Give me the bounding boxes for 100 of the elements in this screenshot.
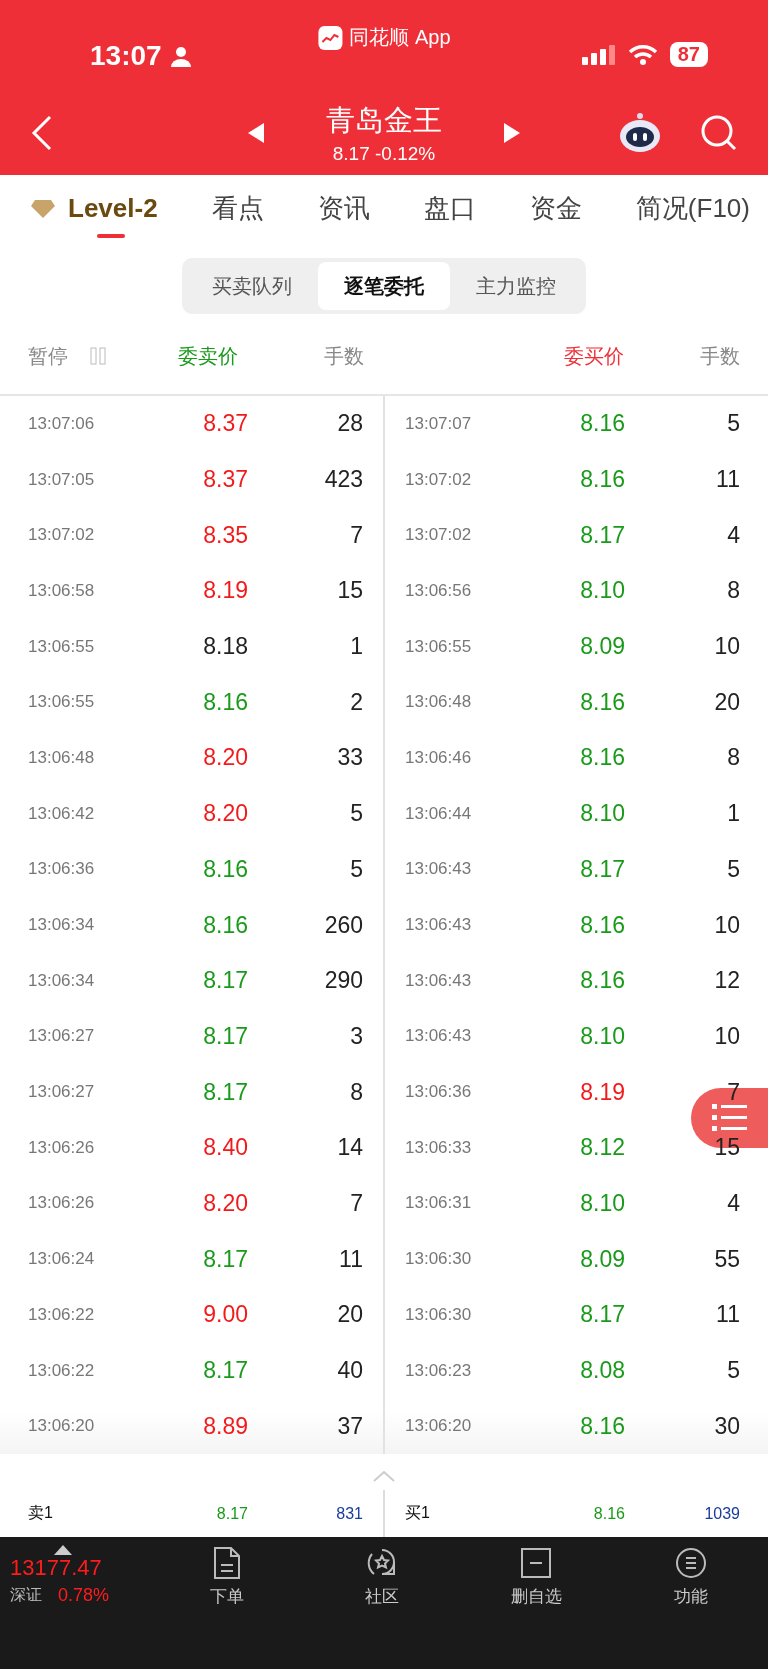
- signal-icon: [581, 43, 616, 66]
- order-time: 13:06:27: [28, 1026, 96, 1047]
- order-price: 8.17: [202, 1245, 248, 1273]
- chevron-up-icon: [373, 1470, 395, 1482]
- order-time: 13:06:24: [28, 1249, 96, 1270]
- best-level-label: 买1: [405, 1503, 431, 1523]
- order-price: 8.17: [579, 1301, 625, 1329]
- order-time: 13:06:55: [28, 692, 96, 713]
- order-volume: 28: [336, 410, 363, 438]
- order-price: 8.08: [579, 1357, 625, 1385]
- tab[interactable]: 资讯: [315, 183, 378, 242]
- order-price: 8.12: [579, 1134, 625, 1162]
- order-time: 13:06:23: [405, 1360, 473, 1381]
- order-time: 13:06:26: [28, 1193, 96, 1214]
- best-level-label: 卖1: [28, 1503, 54, 1523]
- order-price: 8.17: [202, 1022, 248, 1050]
- order-price: 8.09: [579, 1245, 625, 1273]
- segment-button[interactable]: 买卖队列: [186, 262, 318, 310]
- previous-stock-button[interactable]: [246, 120, 266, 145]
- tab[interactable]: 简况(F10): [633, 183, 758, 242]
- order-volume: 55: [713, 1245, 740, 1273]
- order-volume: 10: [713, 1022, 740, 1050]
- order-price: 8.40: [202, 1134, 248, 1162]
- column-header: 委卖价: [177, 343, 238, 369]
- order-volume: 11: [338, 1245, 363, 1273]
- order-volume: 37: [336, 1412, 363, 1440]
- order-volume: 33: [336, 744, 363, 772]
- order-price: 8.37: [202, 410, 248, 438]
- order-volume: 5: [726, 1357, 740, 1385]
- order-price: 8.16: [579, 466, 625, 494]
- order-volume: 5: [349, 800, 363, 828]
- order-volume: 4: [726, 521, 740, 549]
- order-volume: 15: [713, 1134, 740, 1162]
- order-time: 13:06:30: [405, 1304, 473, 1325]
- order-time: 13:06:48: [405, 692, 473, 713]
- menu-circle-icon: [673, 1545, 708, 1581]
- index-value: 13177.47: [10, 1555, 103, 1581]
- order-price: 8.10: [579, 800, 625, 828]
- nav-item[interactable]: 社区: [304, 1545, 459, 1608]
- order-price: 8.17: [202, 1078, 248, 1106]
- order-volume: 30: [713, 1412, 740, 1440]
- order-price: 8.17: [579, 521, 625, 549]
- status-time: 13:07: [90, 40, 162, 72]
- order-time: 13:06:20: [405, 1416, 473, 1437]
- order-price: 8.35: [202, 521, 248, 549]
- segment-button[interactable]: 逐笔委托: [318, 262, 450, 310]
- order-price: 8.16: [579, 410, 625, 438]
- tab[interactable]: 盘口: [421, 183, 484, 242]
- order-price: 8.16: [202, 688, 248, 716]
- pause-icon: [88, 346, 108, 366]
- order-volume: 10: [713, 633, 740, 661]
- order-volume: 5: [726, 410, 740, 438]
- column-header: 手数: [699, 343, 740, 369]
- order-volume: 2: [349, 688, 363, 716]
- order-time: 13:06:58: [28, 580, 96, 601]
- order-price: 8.09: [579, 633, 625, 661]
- order-volume: 15: [336, 577, 363, 605]
- order-price: 8.20: [202, 800, 248, 828]
- order-time: 13:06:34: [28, 970, 96, 991]
- order-time: 13:07:06: [28, 413, 96, 434]
- order-volume: 11: [715, 466, 740, 494]
- up-triangle-icon: [54, 1545, 72, 1555]
- order-price: 8.10: [579, 577, 625, 605]
- tab[interactable]: Level-2: [28, 185, 166, 240]
- tab[interactable]: 资金: [527, 183, 590, 242]
- pause-label[interactable]: 暂停: [28, 342, 108, 370]
- order-time: 13:07:02: [28, 525, 96, 546]
- order-volume: 3: [349, 1022, 363, 1050]
- order-volume: 290: [323, 967, 363, 995]
- order-price: 8.17: [202, 1357, 248, 1385]
- minus-square-icon: [519, 1545, 554, 1581]
- app-logo-icon: [317, 24, 344, 51]
- order-time: 13:06:30: [405, 1249, 473, 1270]
- order-volume: 14: [336, 1134, 363, 1162]
- tab[interactable]: 看点: [209, 183, 272, 242]
- robot-button[interactable]: [618, 111, 662, 154]
- order-time: 13:07:05: [28, 469, 96, 490]
- order-price: 8.19: [202, 577, 248, 605]
- nav-item[interactable]: 下单: [150, 1545, 305, 1608]
- order-price: 8.16: [202, 855, 248, 883]
- order-time: 13:06:43: [405, 1026, 473, 1047]
- segment-button[interactable]: 主力监控: [450, 262, 582, 310]
- column-header: 手数: [323, 343, 364, 369]
- order-volume: 20: [713, 688, 740, 716]
- column-header: 委买价: [563, 343, 624, 369]
- order-time: 13:06:27: [28, 1082, 96, 1103]
- best-price: 8.17: [215, 1504, 248, 1523]
- order-price: 8.17: [579, 855, 625, 883]
- index-name: 深证: [10, 1585, 42, 1605]
- app-name: 同花顺 App: [349, 25, 451, 50]
- order-volume: 20: [336, 1301, 363, 1329]
- nav-item[interactable]: 功能: [613, 1545, 768, 1608]
- order-volume: 5: [349, 855, 363, 883]
- nav-item[interactable]: 删自选: [459, 1545, 614, 1608]
- order-time: 13:06:20: [28, 1416, 96, 1437]
- search-button[interactable]: [700, 113, 738, 152]
- order-volume: 10: [713, 911, 740, 939]
- order-volume: 8: [349, 1078, 363, 1106]
- next-stock-button[interactable]: [502, 120, 522, 145]
- stock-name: 青岛金王: [326, 102, 442, 138]
